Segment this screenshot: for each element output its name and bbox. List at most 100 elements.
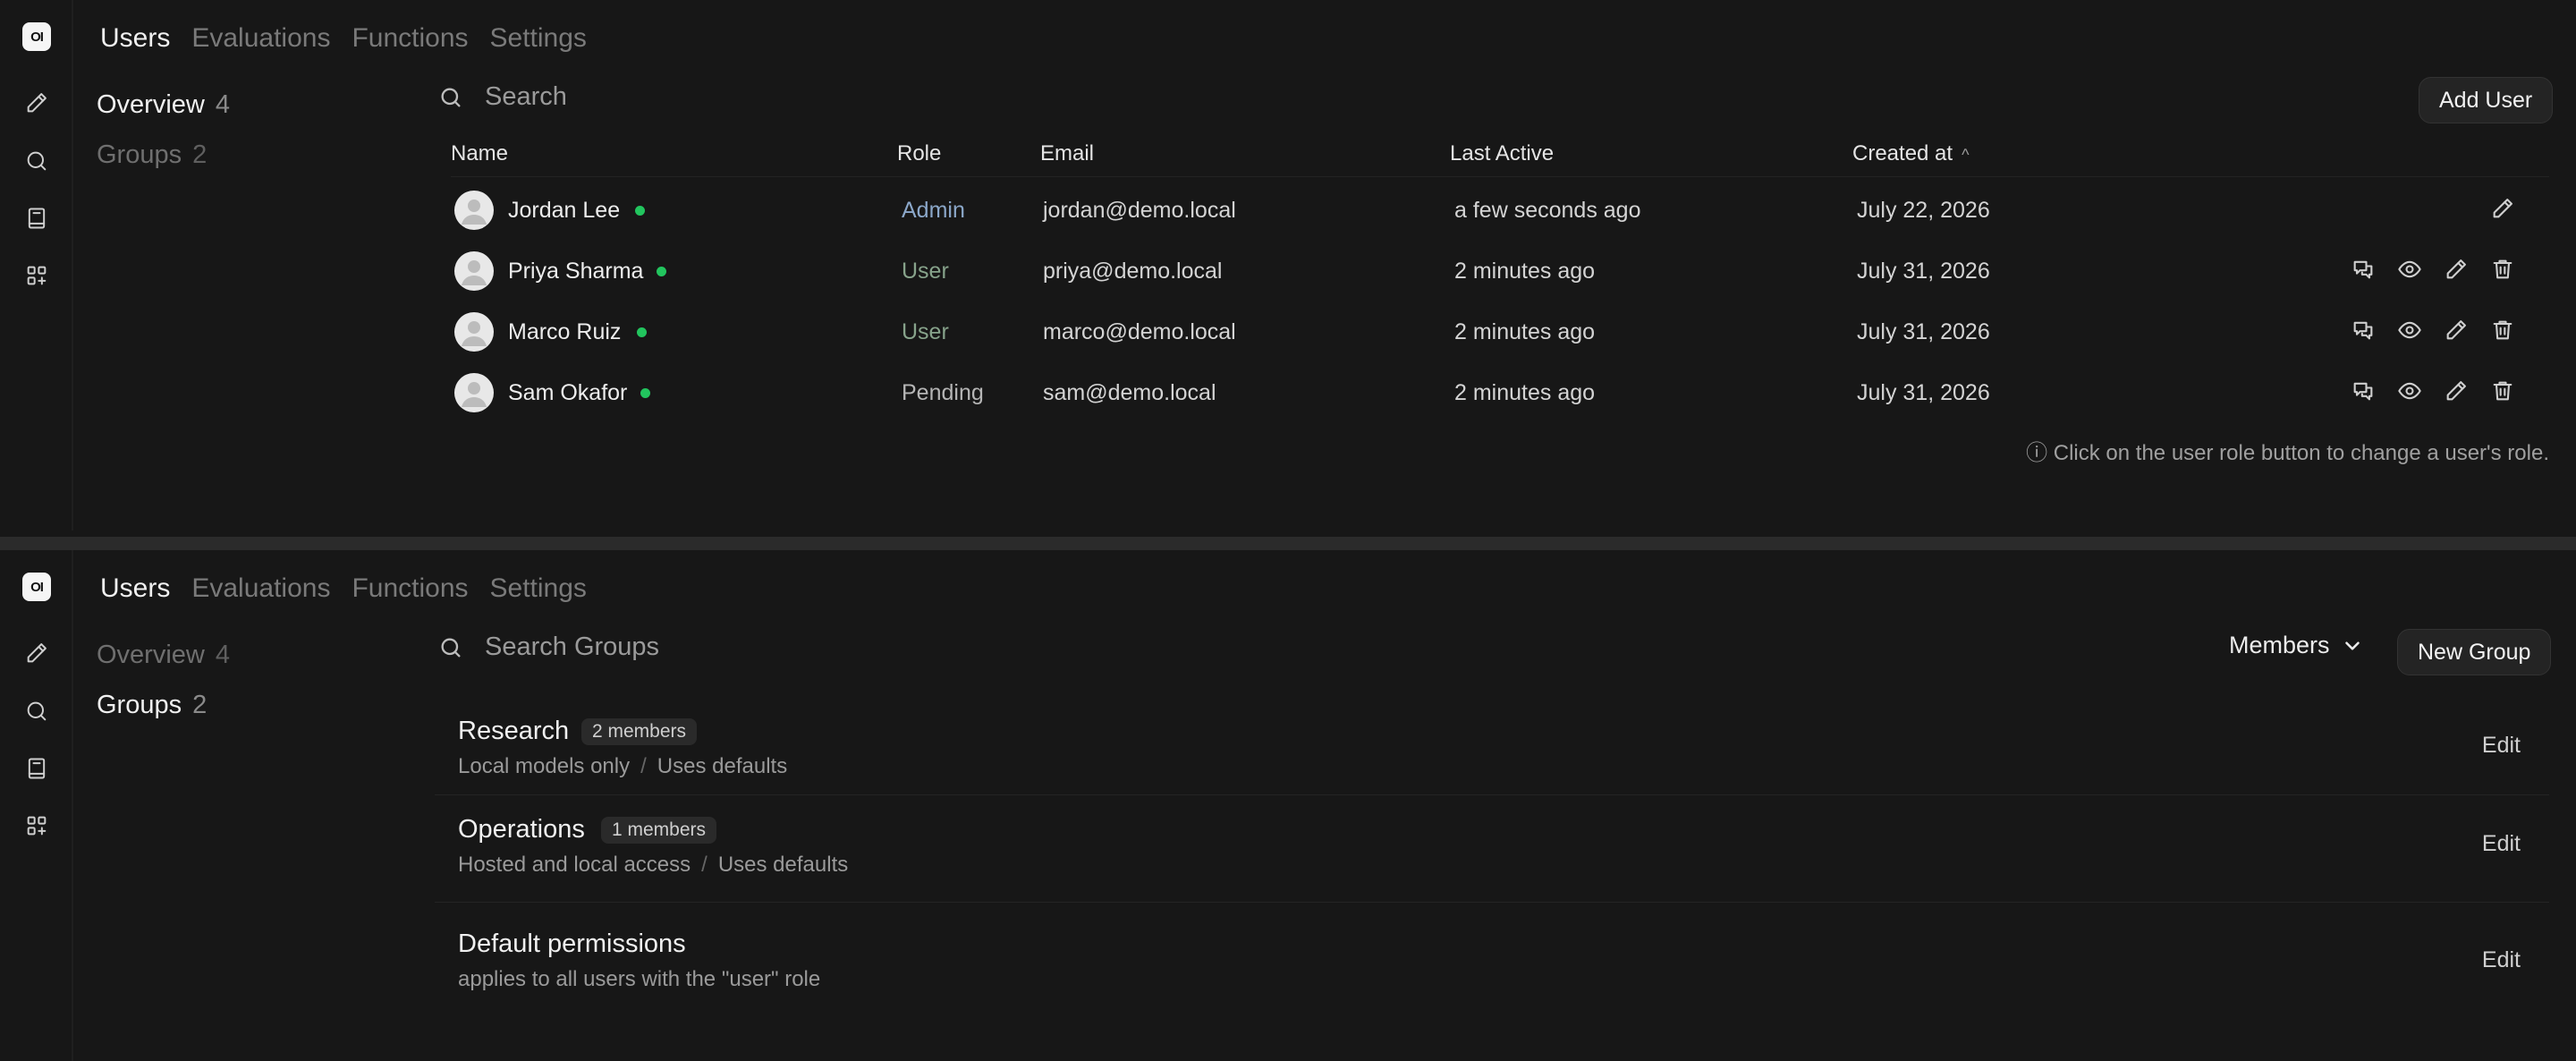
- group-row[interactable]: Operations 1 members Hosted and local ac…: [435, 795, 2549, 903]
- user-created-at: July 22, 2026: [1857, 198, 1990, 223]
- edit-pencil-icon[interactable]: [2444, 378, 2469, 410]
- tab-users[interactable]: Users: [100, 573, 170, 604]
- edit-pencil-icon[interactable]: [2490, 196, 2515, 227]
- search-icon[interactable]: [23, 148, 50, 174]
- user-email: sam@demo.local: [1043, 380, 1216, 405]
- subnav-item-groups[interactable]: Groups 2: [97, 680, 230, 730]
- chevron-down-icon: [2344, 641, 2360, 650]
- app-logo[interactable]: OI: [22, 573, 51, 601]
- group-description: Local models only / Uses defaults: [458, 754, 787, 779]
- search-icon: [441, 638, 461, 657]
- users-groups-panel: OI Users Evaluations Functions Settings …: [0, 550, 2576, 1061]
- subnav-overview-count: 4: [215, 89, 230, 119]
- subnav-item-groups[interactable]: Groups 2: [97, 130, 230, 180]
- view-eye-icon[interactable]: [2397, 378, 2422, 410]
- workspace-grid-plus-icon[interactable]: [23, 812, 50, 839]
- role-button[interactable]: Pending: [902, 380, 984, 406]
- role-button[interactable]: User: [902, 319, 949, 345]
- default-permissions-row[interactable]: Default permissions applies to all users…: [435, 903, 2549, 1019]
- search-icon: [441, 88, 461, 107]
- subnav-overview-count: 4: [215, 640, 230, 669]
- desc-separator: /: [701, 853, 708, 877]
- users-subnav: Overview 4 Groups 2: [97, 80, 230, 180]
- new-chat-pencil-icon[interactable]: [23, 640, 50, 666]
- tab-users[interactable]: Users: [100, 23, 170, 54]
- default-permissions-description: applies to all users with the "user" rol…: [458, 967, 821, 991]
- user-name: Marco Ruiz: [508, 319, 622, 344]
- column-created-at[interactable]: Created at ^: [1852, 141, 1970, 166]
- column-last-active[interactable]: Last Active: [1450, 141, 1554, 166]
- tab-settings[interactable]: Settings: [490, 573, 587, 604]
- table-row: Priya Sharma User priya@demo.local 2 min…: [451, 241, 2549, 301]
- tab-evaluations[interactable]: Evaluations: [191, 573, 330, 604]
- online-status-dot: [640, 388, 650, 398]
- subnav-item-overview[interactable]: Overview 4: [97, 630, 230, 680]
- panel-divider: [0, 537, 2576, 550]
- edit-default-permissions-button[interactable]: Edit: [2482, 947, 2521, 973]
- tab-functions[interactable]: Functions: [352, 573, 468, 604]
- user-search-input[interactable]: Search: [485, 82, 567, 112]
- users-subnav: Overview 4 Groups 2: [97, 630, 230, 730]
- search-icon[interactable]: [23, 698, 50, 725]
- column-created-at-label: Created at: [1852, 141, 1953, 166]
- tab-settings[interactable]: Settings: [490, 23, 587, 54]
- group-description: Hosted and local access / Uses defaults: [458, 853, 848, 878]
- add-user-button[interactable]: Add User: [2419, 77, 2554, 123]
- table-row: Jordan Lee Admin jordan@demo.local a few…: [451, 180, 2549, 241]
- users-overview-panel: OI Users Evaluations Functions Settings …: [0, 0, 2576, 530]
- avatar: [454, 373, 494, 412]
- role-button[interactable]: User: [902, 259, 949, 284]
- user-search[interactable]: Search: [438, 82, 567, 112]
- user-email: jordan@demo.local: [1043, 198, 1236, 223]
- group-permissions: Uses defaults: [657, 754, 788, 778]
- chats-icon[interactable]: [2351, 378, 2376, 410]
- delete-trash-icon[interactable]: [2490, 318, 2515, 349]
- avatar: [454, 312, 494, 352]
- edit-pencil-icon[interactable]: [2444, 318, 2469, 349]
- admin-tabs: Users Evaluations Functions Settings: [100, 23, 587, 54]
- group-permissions: Uses defaults: [717, 853, 849, 877]
- view-eye-icon[interactable]: [2397, 318, 2422, 349]
- app-logo[interactable]: OI: [22, 22, 51, 51]
- online-status-dot: [657, 267, 666, 276]
- subnav-groups-label: Groups: [97, 690, 182, 719]
- subnav-groups-label: Groups: [97, 140, 182, 169]
- chats-icon[interactable]: [2351, 257, 2376, 288]
- group-access: Local models only: [458, 754, 631, 778]
- edit-group-button[interactable]: Edit: [2482, 831, 2521, 857]
- group-name: Operations: [458, 815, 585, 844]
- table-row: Sam Okafor Pending sam@demo.local 2 minu…: [451, 362, 2549, 423]
- user-email: priya@demo.local: [1043, 259, 1223, 284]
- edit-group-button[interactable]: Edit: [2482, 733, 2521, 759]
- column-name[interactable]: Name: [451, 141, 508, 166]
- new-chat-pencil-icon[interactable]: [23, 89, 50, 116]
- members-sort-dropdown[interactable]: Members: [2229, 632, 2364, 659]
- notes-book-icon[interactable]: [23, 755, 50, 782]
- role-button[interactable]: Admin: [902, 198, 965, 224]
- user-name: Sam Okafor: [508, 380, 628, 405]
- delete-trash-icon[interactable]: [2490, 257, 2515, 288]
- chats-icon[interactable]: [2351, 318, 2376, 349]
- member-count-badge: 1 members: [601, 817, 717, 844]
- member-count-badge: 2 members: [581, 718, 698, 745]
- default-permissions-title: Default permissions: [458, 929, 686, 958]
- tab-functions[interactable]: Functions: [352, 23, 468, 54]
- sort-ascending-icon: ^: [1962, 146, 1970, 164]
- sidebar-rail: OI: [0, 0, 73, 530]
- notes-book-icon[interactable]: [23, 205, 50, 232]
- members-sort-label: Members: [2229, 632, 2330, 658]
- group-search-input[interactable]: Search Groups: [485, 632, 659, 662]
- new-group-button[interactable]: New Group: [2397, 629, 2552, 675]
- view-eye-icon[interactable]: [2397, 257, 2422, 288]
- subnav-item-overview[interactable]: Overview 4: [97, 80, 230, 130]
- tab-evaluations[interactable]: Evaluations: [191, 23, 330, 54]
- user-created-at: July 31, 2026: [1857, 319, 1990, 344]
- delete-trash-icon[interactable]: [2490, 378, 2515, 410]
- group-search[interactable]: Search Groups: [438, 632, 659, 662]
- edit-pencil-icon[interactable]: [2444, 257, 2469, 288]
- workspace-grid-plus-icon[interactable]: [23, 262, 50, 289]
- column-role[interactable]: Role: [897, 141, 941, 166]
- subnav-overview-label: Overview: [97, 89, 205, 119]
- column-email[interactable]: Email: [1040, 141, 1094, 166]
- group-row[interactable]: Research 2 members Local models only / Use…: [435, 697, 2549, 795]
